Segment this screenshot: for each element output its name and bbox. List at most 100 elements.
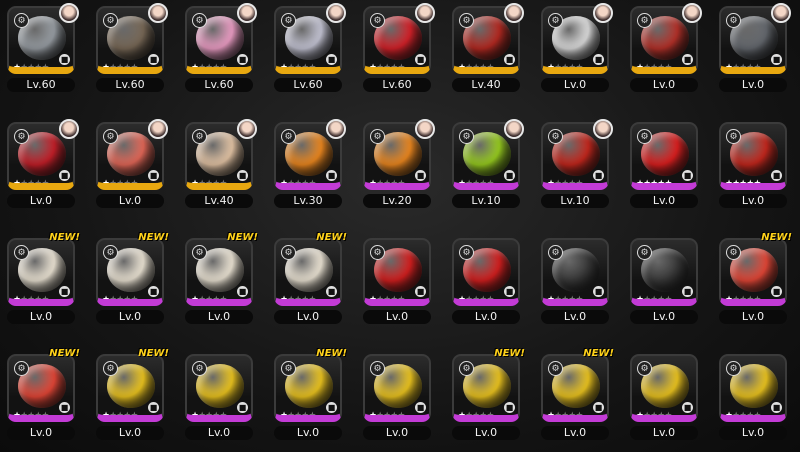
item-slot[interactable]: ⚙ ★★★★★ ■ NEW! Lv.0 bbox=[93, 348, 169, 440]
item-card[interactable]: ⚙ ★★★★★ ■ bbox=[185, 238, 253, 306]
star-icon: ★ bbox=[486, 179, 494, 189]
lock-icon[interactable]: ■ bbox=[504, 54, 515, 65]
item-slot[interactable]: ⚙ ★★★★★ ■ Lv.0 bbox=[627, 120, 701, 208]
item-slot[interactable]: ⚙ ★★★★★ ■ Lv.0 bbox=[627, 3, 702, 92]
item-slot[interactable]: ⚙ ★★★★★ ■ Lv.60 bbox=[360, 3, 435, 92]
item-card[interactable]: ⚙ ★★★★★ ■ bbox=[7, 238, 75, 306]
lock-icon[interactable]: ■ bbox=[682, 286, 693, 297]
star-icon: ★ bbox=[130, 63, 138, 73]
lock-icon[interactable]: ■ bbox=[771, 286, 782, 297]
item-slot[interactable]: ⚙ ★★★★★ ■ Lv.0 bbox=[4, 119, 79, 208]
item-slot[interactable]: ⚙ ★★★★★ ■ Lv.0 bbox=[716, 3, 791, 92]
item-slot[interactable]: ⚙ ★★★★★ ■ Lv.0 bbox=[538, 236, 612, 324]
lock-icon[interactable]: ■ bbox=[682, 402, 693, 413]
item-card[interactable]: ⚙ ★★★★★ ■ bbox=[630, 238, 698, 306]
item-card[interactable]: ⚙ ★★★★★ ■ bbox=[541, 354, 609, 422]
item-card[interactable]: ⚙ ★★★★★ ■ bbox=[719, 354, 787, 422]
lock-icon[interactable]: ■ bbox=[59, 286, 70, 297]
item-card[interactable]: ⚙ ★★★★★ ■ bbox=[630, 354, 698, 422]
lock-icon[interactable]: ■ bbox=[771, 402, 782, 413]
item-slot[interactable]: ⚙ ★★★★★ ■ NEW! Lv.0 bbox=[271, 348, 347, 440]
item-slot[interactable]: ⚙ ★★★★★ ■ NEW! Lv.0 bbox=[538, 348, 614, 440]
lock-icon[interactable]: ■ bbox=[771, 170, 782, 181]
item-slot[interactable]: ⚙ ★★★★★ ■ Lv.20 bbox=[360, 119, 435, 208]
lock-icon[interactable]: ■ bbox=[148, 54, 159, 65]
item-card[interactable]: ⚙ ★★★★★ ■ bbox=[719, 122, 787, 190]
item-slot[interactable]: ⚙ ★★★★★ ■ Lv.0 bbox=[538, 3, 613, 92]
lock-icon[interactable]: ■ bbox=[593, 170, 604, 181]
star-icon: ★ bbox=[575, 179, 583, 189]
lock-icon[interactable]: ■ bbox=[148, 170, 159, 181]
star-rating: ★★★★★ bbox=[280, 64, 316, 68]
item-card[interactable]: ⚙ ★★★★★ ■ bbox=[452, 238, 520, 306]
item-card[interactable]: ⚙ ★★★★★ ■ bbox=[630, 122, 698, 190]
item-slot[interactable]: ⚙ ★★★★★ ■ Lv.10 bbox=[538, 119, 613, 208]
lock-icon[interactable]: ■ bbox=[504, 402, 515, 413]
item-slot[interactable]: ⚙ ★★★★★ ■ Lv.60 bbox=[182, 3, 257, 92]
lock-icon[interactable]: ■ bbox=[415, 54, 426, 65]
lock-icon[interactable]: ■ bbox=[237, 286, 248, 297]
item-slot[interactable]: ⚙ ★★★★★ ■ NEW! Lv.0 bbox=[4, 348, 80, 440]
item-slot[interactable]: ⚙ ★★★★★ ■ Lv.0 bbox=[182, 352, 256, 440]
item-slot[interactable]: ⚙ ★★★★★ ■ Lv.60 bbox=[4, 3, 79, 92]
lock-icon[interactable]: ■ bbox=[59, 54, 70, 65]
item-slot[interactable]: ⚙ ★★★★★ ■ Lv.0 bbox=[360, 236, 434, 324]
item-slot[interactable]: ⚙ ★★★★★ ■ Lv.0 bbox=[716, 352, 790, 440]
item-card[interactable]: ⚙ ★★★★★ ■ bbox=[7, 354, 75, 422]
item-card[interactable]: ⚙ ★★★★★ ■ bbox=[274, 354, 342, 422]
lock-icon[interactable]: ■ bbox=[326, 402, 337, 413]
item-card[interactable]: ⚙ ★★★★★ ■ bbox=[185, 354, 253, 422]
item-slot[interactable]: ⚙ ★★★★★ ■ Lv.10 bbox=[449, 119, 524, 208]
item-slot[interactable]: ⚙ ★★★★★ ■ Lv.0 bbox=[449, 236, 523, 324]
lock-icon[interactable]: ■ bbox=[682, 170, 693, 181]
item-slot[interactable]: ⚙ ★★★★★ ■ Lv.0 bbox=[627, 352, 701, 440]
lock-icon[interactable]: ■ bbox=[326, 54, 337, 65]
item-slot[interactable]: ⚙ ★★★★★ ■ Lv.0 bbox=[627, 236, 701, 324]
lock-icon[interactable]: ■ bbox=[148, 286, 159, 297]
item-card[interactable]: ⚙ ★★★★★ ■ bbox=[96, 354, 164, 422]
lock-icon[interactable]: ■ bbox=[593, 54, 604, 65]
character-avatar-icon bbox=[682, 3, 702, 23]
lock-icon[interactable]: ■ bbox=[504, 170, 515, 181]
lock-icon[interactable]: ■ bbox=[415, 402, 426, 413]
item-slot[interactable]: ⚙ ★★★★★ ■ Lv.0 bbox=[716, 120, 790, 208]
lock-icon[interactable]: ■ bbox=[237, 54, 248, 65]
item-slot[interactable]: ⚙ ★★★★★ ■ NEW! Lv.0 bbox=[93, 232, 169, 324]
lock-icon[interactable]: ■ bbox=[415, 170, 426, 181]
item-slot[interactable]: ⚙ ★★★★★ ■ Lv.0 bbox=[360, 352, 434, 440]
item-slot[interactable]: ⚙ ★★★★★ ■ NEW! Lv.0 bbox=[716, 232, 792, 324]
lock-icon[interactable]: ■ bbox=[237, 170, 248, 181]
item-card[interactable]: ⚙ ★★★★★ ■ bbox=[452, 354, 520, 422]
item-card[interactable]: ⚙ ★★★★★ ■ bbox=[363, 354, 431, 422]
item-slot[interactable]: ⚙ ★★★★★ ■ Lv.60 bbox=[93, 3, 168, 92]
item-slot[interactable]: ⚙ ★★★★★ ■ Lv.60 bbox=[271, 3, 346, 92]
item-slot[interactable]: ⚙ ★★★★★ ■ NEW! Lv.0 bbox=[449, 348, 525, 440]
lock-icon[interactable]: ■ bbox=[237, 402, 248, 413]
item-slot[interactable]: ⚙ ★★★★★ ■ NEW! Lv.0 bbox=[4, 232, 80, 324]
item-card[interactable]: ⚙ ★★★★★ ■ bbox=[274, 238, 342, 306]
star-rating: ★★★★★ bbox=[280, 296, 316, 300]
lock-icon[interactable]: ■ bbox=[593, 402, 604, 413]
item-card[interactable]: ⚙ ★★★★★ ■ bbox=[541, 238, 609, 306]
item-slot[interactable]: ⚙ ★★★★★ ■ Lv.40 bbox=[449, 3, 524, 92]
item-card[interactable]: ⚙ ★★★★★ ■ bbox=[96, 238, 164, 306]
item-slot[interactable]: ⚙ ★★★★★ ■ Lv.30 bbox=[271, 119, 346, 208]
lock-icon[interactable]: ■ bbox=[504, 286, 515, 297]
star-icon: ★ bbox=[219, 179, 227, 189]
lock-icon[interactable]: ■ bbox=[59, 170, 70, 181]
item-slot[interactable]: ⚙ ★★★★★ ■ NEW! Lv.0 bbox=[182, 232, 258, 324]
item-slot[interactable]: ⚙ ★★★★★ ■ Lv.0 bbox=[93, 119, 168, 208]
item-level-label: Lv.0 bbox=[274, 426, 342, 440]
lock-icon[interactable]: ■ bbox=[415, 286, 426, 297]
lock-icon[interactable]: ■ bbox=[682, 54, 693, 65]
lock-icon[interactable]: ■ bbox=[593, 286, 604, 297]
item-card[interactable]: ⚙ ★★★★★ ■ bbox=[363, 238, 431, 306]
item-card[interactable]: ⚙ ★★★★★ ■ bbox=[719, 238, 787, 306]
lock-icon[interactable]: ■ bbox=[59, 402, 70, 413]
lock-icon[interactable]: ■ bbox=[771, 54, 782, 65]
item-slot[interactable]: ⚙ ★★★★★ ■ Lv.40 bbox=[182, 119, 257, 208]
lock-icon[interactable]: ■ bbox=[326, 170, 337, 181]
item-slot[interactable]: ⚙ ★★★★★ ■ NEW! Lv.0 bbox=[271, 232, 347, 324]
lock-icon[interactable]: ■ bbox=[326, 286, 337, 297]
lock-icon[interactable]: ■ bbox=[148, 402, 159, 413]
